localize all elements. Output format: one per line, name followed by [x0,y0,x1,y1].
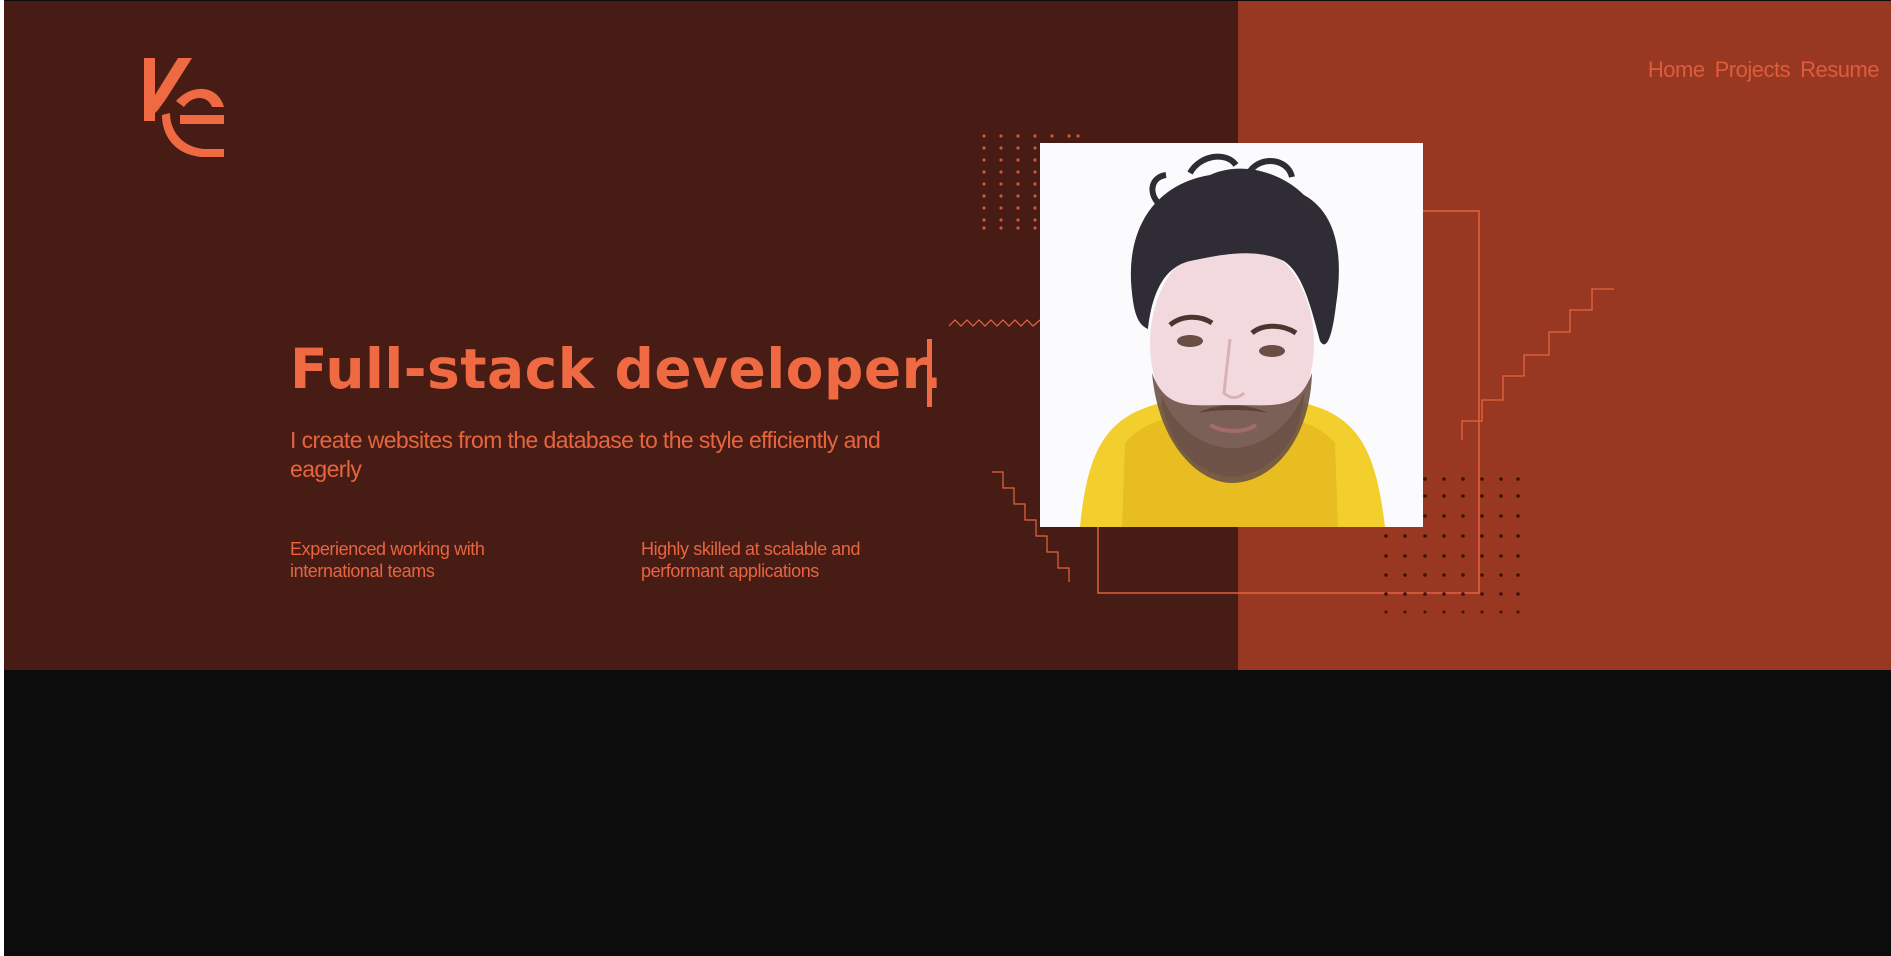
nav-home-link[interactable]: Home [1648,57,1705,83]
hero-headline: Full-stack developer. [290,337,943,401]
nav-resume-link[interactable]: Resume [1800,57,1879,83]
nav-projects-link[interactable]: Projects [1715,57,1791,83]
profile-photo [1040,143,1423,527]
feature-international-teams: Experienced working with international t… [290,539,485,581]
text-cursor [927,339,932,407]
main-nav: Home Projects Resume [1648,57,1880,83]
feature-scalable-apps: Highly skilled at scalable and performan… [641,539,861,581]
hero-subtitle: I create websites from the database to t… [290,427,881,482]
portrait-illustration [1040,143,1423,527]
lower-section [4,670,1891,956]
kc-monogram-logo[interactable] [140,55,226,157]
